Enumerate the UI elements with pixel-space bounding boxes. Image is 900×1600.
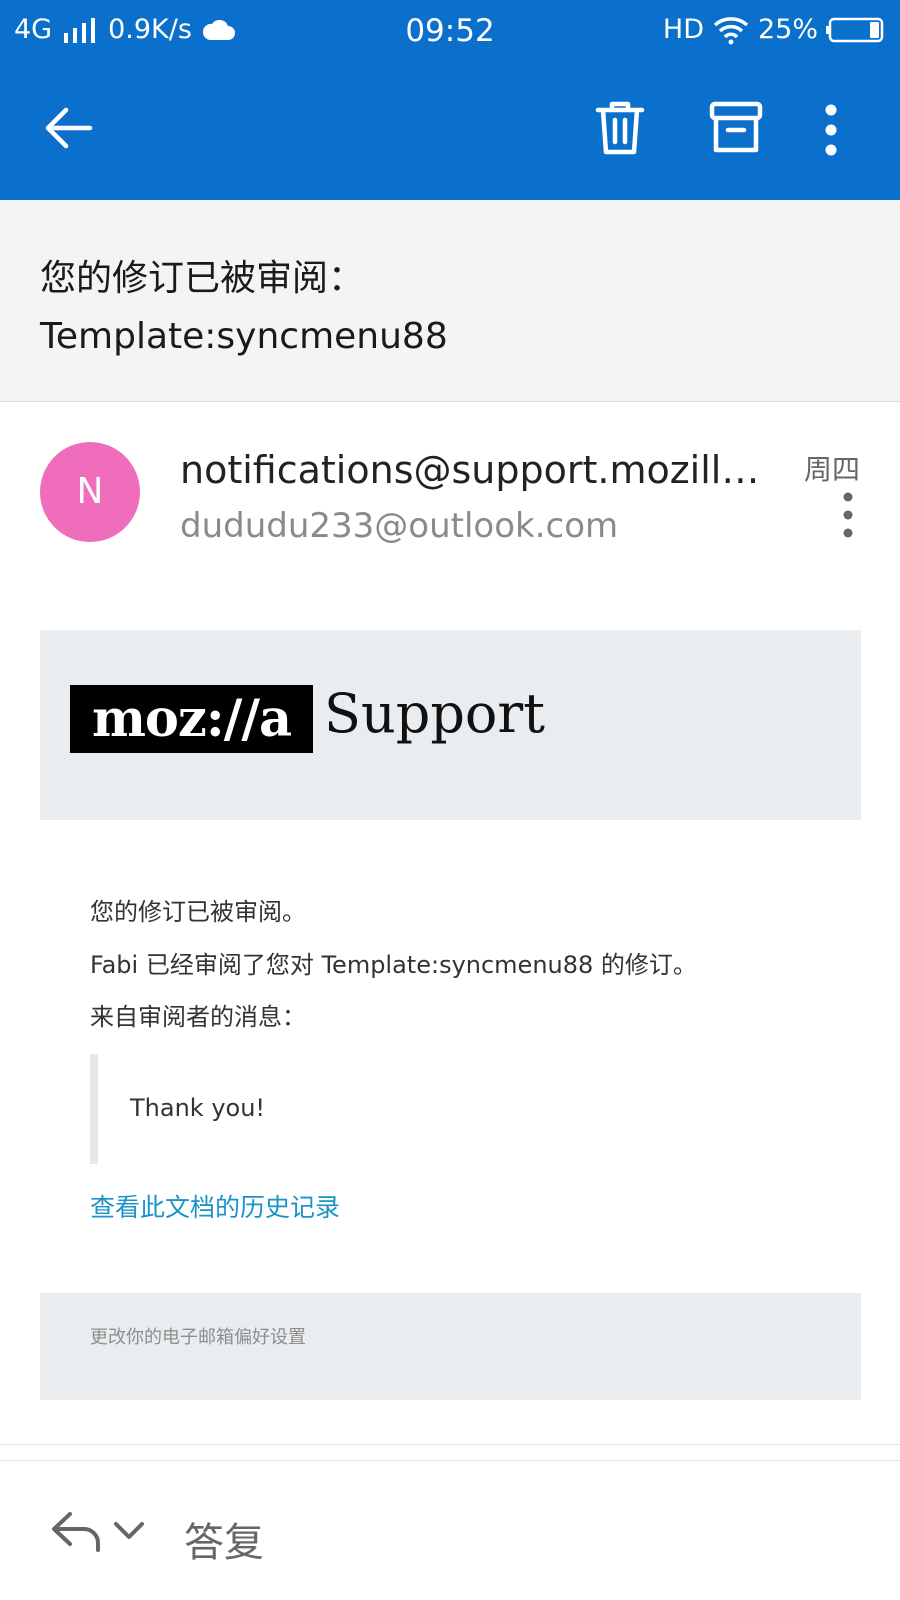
delete-button[interactable] [588,96,652,160]
archive-icon [709,101,763,153]
reply-options-button[interactable] [112,1518,146,1544]
more-vertical-icon [843,492,853,538]
subject-line-2: Template:syncmenu88 [40,316,448,357]
chevron-down-icon [114,1522,144,1539]
archive-button[interactable] [706,98,766,158]
reply-icon [52,1512,100,1552]
app-bar [0,62,900,200]
body-line-1: 您的修订已被审阅。 [90,898,306,926]
avatar[interactable]: N [40,442,140,542]
email-date: 周四 [803,453,860,486]
more-vertical-icon [825,104,837,156]
body-line-3: 来自审阅者的消息： [90,1003,306,1031]
reviewer-message: Thank you! [130,1094,266,1122]
more-options-button[interactable] [816,100,846,160]
hd-indicator: HD [662,14,704,45]
email-subject: 您的修订已被审阅： Template:syncmenu88 [40,250,860,366]
reply-button[interactable] [50,1508,102,1554]
recipient-address[interactable]: dududu233@outlook.com [180,506,770,546]
wifi-icon [713,16,749,44]
status-right: HD 25% [663,14,886,45]
support-wordmark: Support [324,682,545,745]
battery-icon [826,17,884,42]
quote-bar [90,1054,98,1164]
battery-percent: 25% [757,14,818,45]
arrow-left-icon [45,107,93,149]
mozilla-logo: moz://a [70,685,313,753]
sender-address[interactable]: notifications@support.mozilla.org [180,448,770,492]
body-line-2: Fabi 已经审阅了您对 Template:syncmenu88 的修订。 [90,951,697,979]
email-preferences-link[interactable]: 更改你的电子邮箱偏好设置 [90,1323,306,1349]
reply-label[interactable]: 答复 [184,1510,264,1568]
history-link[interactable]: 查看此文档的历史记录 [90,1188,340,1224]
divider [0,1444,900,1445]
message-more-button[interactable] [838,492,858,538]
status-bar: 4G 0.9K/s 09:52 HD 25% [0,0,900,62]
trash-icon [595,101,645,155]
back-button[interactable] [40,98,100,158]
subject-line-1: 您的修订已被审阅： [40,258,365,299]
